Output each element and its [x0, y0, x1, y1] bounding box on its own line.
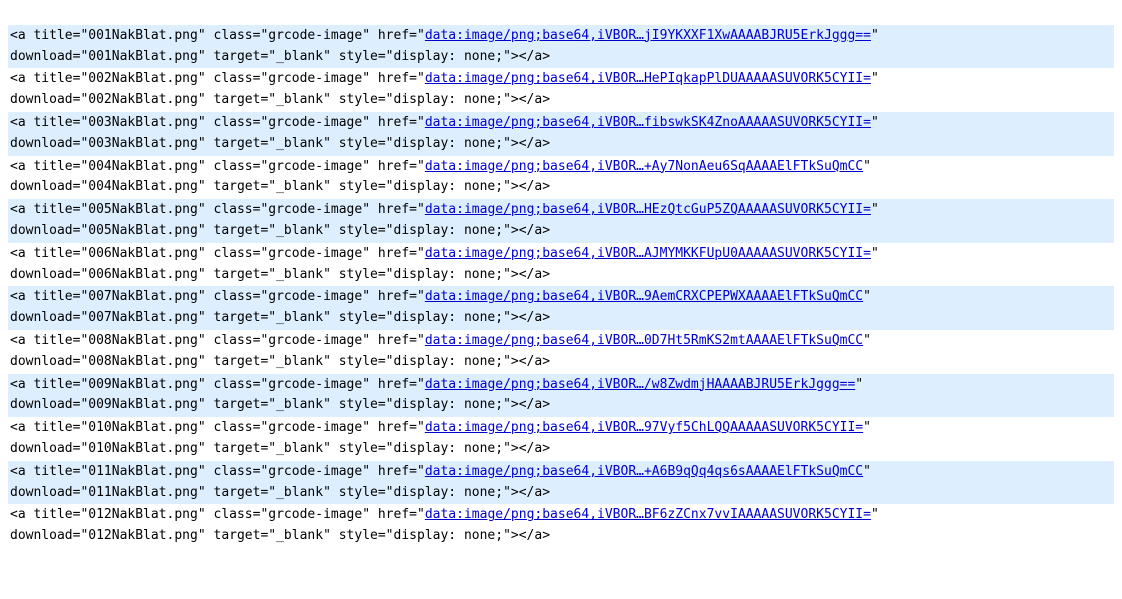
row-block: <a title="011NakBlat.png" class="grcode-…: [8, 461, 1114, 505]
tag-download: download="004NakBlat.png" target="_blank…: [10, 179, 550, 194]
row-block: <a title="002NakBlat.png" class="grcode-…: [8, 68, 1114, 112]
tag-download: download="010NakBlat.png" target="_blank…: [10, 441, 550, 456]
tag-suffix: ": [871, 71, 879, 86]
href-link[interactable]: data:image/png;base64,iVBOR…jI9YKXXF1XwA…: [425, 28, 871, 43]
code-line-1: <a title="011NakBlat.png" class="grcode-…: [8, 462, 1114, 483]
tag-suffix: ": [855, 377, 863, 392]
code-line-2: download="004NakBlat.png" target="_blank…: [8, 177, 1114, 198]
href-link[interactable]: data:image/png;base64,iVBOR…0D7Ht5RmKS2m…: [425, 333, 863, 348]
tag-download: download="005NakBlat.png" target="_blank…: [10, 223, 550, 238]
code-line-2: download="003NakBlat.png" target="_blank…: [8, 134, 1114, 155]
code-line-1: <a title="012NakBlat.png" class="grcode-…: [8, 505, 1114, 526]
row-block: <a title="004NakBlat.png" class="grcode-…: [8, 156, 1114, 200]
code-line-2: download="012NakBlat.png" target="_blank…: [8, 526, 1114, 547]
row-block: <a title="007NakBlat.png" class="grcode-…: [8, 286, 1114, 330]
tag-suffix: ": [863, 159, 871, 174]
tag-download: download="003NakBlat.png" target="_blank…: [10, 136, 550, 151]
tag-suffix: ": [863, 464, 871, 479]
tag-suffix: ": [863, 289, 871, 304]
code-line-1: <a title="005NakBlat.png" class="grcode-…: [8, 200, 1114, 221]
tag-prefix: <a title="012NakBlat.png" class="grcode-…: [10, 507, 425, 522]
tag-download: download="012NakBlat.png" target="_blank…: [10, 528, 550, 543]
row-block: <a title="010NakBlat.png" class="grcode-…: [8, 417, 1114, 461]
code-line-1: <a title="002NakBlat.png" class="grcode-…: [8, 69, 1114, 90]
row-block: <a title="005NakBlat.png" class="grcode-…: [8, 199, 1114, 243]
code-line-1: <a title="004NakBlat.png" class="grcode-…: [8, 157, 1114, 178]
tag-download: download="001NakBlat.png" target="_blank…: [10, 49, 550, 64]
href-link[interactable]: data:image/png;base64,iVBOR…HePIqkapPlDU…: [425, 71, 871, 86]
href-link[interactable]: data:image/png;base64,iVBOR…HEzQtcGuP5ZQ…: [425, 202, 871, 217]
href-link[interactable]: data:image/png;base64,iVBOR…BF6zZCnx7vvI…: [425, 507, 871, 522]
row-block: <a title="001NakBlat.png" class="grcode-…: [8, 25, 1114, 69]
row-block: <a title="006NakBlat.png" class="grcode-…: [8, 243, 1114, 287]
tag-download: download="011NakBlat.png" target="_blank…: [10, 485, 550, 500]
tag-prefix: <a title="007NakBlat.png" class="grcode-…: [10, 289, 425, 304]
tag-prefix: <a title="010NakBlat.png" class="grcode-…: [10, 420, 425, 435]
tag-download: download="006NakBlat.png" target="_blank…: [10, 267, 550, 282]
tag-suffix: ": [871, 246, 879, 261]
tag-prefix: <a title="003NakBlat.png" class="grcode-…: [10, 115, 425, 130]
row-block: <a title="009NakBlat.png" class="grcode-…: [8, 374, 1114, 418]
tag-prefix: <a title="009NakBlat.png" class="grcode-…: [10, 377, 425, 392]
code-line-2: download="009NakBlat.png" target="_blank…: [8, 395, 1114, 416]
tag-prefix: <a title="002NakBlat.png" class="grcode-…: [10, 71, 425, 86]
code-line-2: download="005NakBlat.png" target="_blank…: [8, 221, 1114, 242]
code-line-1: <a title="010NakBlat.png" class="grcode-…: [8, 418, 1114, 439]
href-link[interactable]: data:image/png;base64,iVBOR…/w8ZwdmjHAAA…: [425, 377, 855, 392]
code-line-2: download="002NakBlat.png" target="_blank…: [8, 90, 1114, 111]
tag-prefix: <a title="005NakBlat.png" class="grcode-…: [10, 202, 425, 217]
href-link[interactable]: data:image/png;base64,iVBOR…97Vyf5ChLQQA…: [425, 420, 863, 435]
code-line-1: <a title="006NakBlat.png" class="grcode-…: [8, 244, 1114, 265]
tag-suffix: ": [863, 333, 871, 348]
code-line-1: <a title="008NakBlat.png" class="grcode-…: [8, 331, 1114, 352]
row-block: <a title="008NakBlat.png" class="grcode-…: [8, 330, 1114, 374]
tag-prefix: <a title="006NakBlat.png" class="grcode-…: [10, 246, 425, 261]
tag-download: download="009NakBlat.png" target="_blank…: [10, 397, 550, 412]
code-line-1: <a title="001NakBlat.png" class="grcode-…: [8, 26, 1114, 47]
tag-prefix: <a title="011NakBlat.png" class="grcode-…: [10, 464, 425, 479]
row-block: <a title="003NakBlat.png" class="grcode-…: [8, 112, 1114, 156]
tag-download: download="002NakBlat.png" target="_blank…: [10, 92, 550, 107]
href-link[interactable]: data:image/png;base64,iVBOR…fibswkSK4Zno…: [425, 115, 871, 130]
tag-suffix: ": [871, 507, 879, 522]
tag-download: download="008NakBlat.png" target="_blank…: [10, 354, 550, 369]
tag-prefix: <a title="001NakBlat.png" class="grcode-…: [10, 28, 425, 43]
href-link[interactable]: data:image/png;base64,iVBOR…9AemCRXCPEPW…: [425, 289, 863, 304]
tag-suffix: ": [871, 115, 879, 130]
code-line-2: download="001NakBlat.png" target="_blank…: [8, 47, 1114, 68]
code-line-1: <a title="003NakBlat.png" class="grcode-…: [8, 113, 1114, 134]
href-link[interactable]: data:image/png;base64,iVBOR…+A6B9qQq4qs6…: [425, 464, 863, 479]
code-view: <a title="001NakBlat.png" class="grcode-…: [0, 0, 1122, 552]
tag-suffix: ": [871, 28, 879, 43]
code-line-2: download="007NakBlat.png" target="_blank…: [8, 308, 1114, 329]
tag-suffix: ": [863, 420, 871, 435]
href-link[interactable]: data:image/png;base64,iVBOR…+Ay7NonAeu6S…: [425, 159, 863, 174]
code-line-2: download="011NakBlat.png" target="_blank…: [8, 483, 1114, 504]
row-block: <a title="012NakBlat.png" class="grcode-…: [8, 504, 1114, 548]
tag-download: download="007NakBlat.png" target="_blank…: [10, 310, 550, 325]
code-line-2: download="008NakBlat.png" target="_blank…: [8, 352, 1114, 373]
tag-suffix: ": [871, 202, 879, 217]
code-line-2: download="010NakBlat.png" target="_blank…: [8, 439, 1114, 460]
code-line-2: download="006NakBlat.png" target="_blank…: [8, 265, 1114, 286]
tag-prefix: <a title="008NakBlat.png" class="grcode-…: [10, 333, 425, 348]
code-line-1: <a title="007NakBlat.png" class="grcode-…: [8, 287, 1114, 308]
code-line-1: <a title="009NakBlat.png" class="grcode-…: [8, 375, 1114, 396]
href-link[interactable]: data:image/png;base64,iVBOR…AJMYMKKFUpU0…: [425, 246, 871, 261]
tag-prefix: <a title="004NakBlat.png" class="grcode-…: [10, 159, 425, 174]
